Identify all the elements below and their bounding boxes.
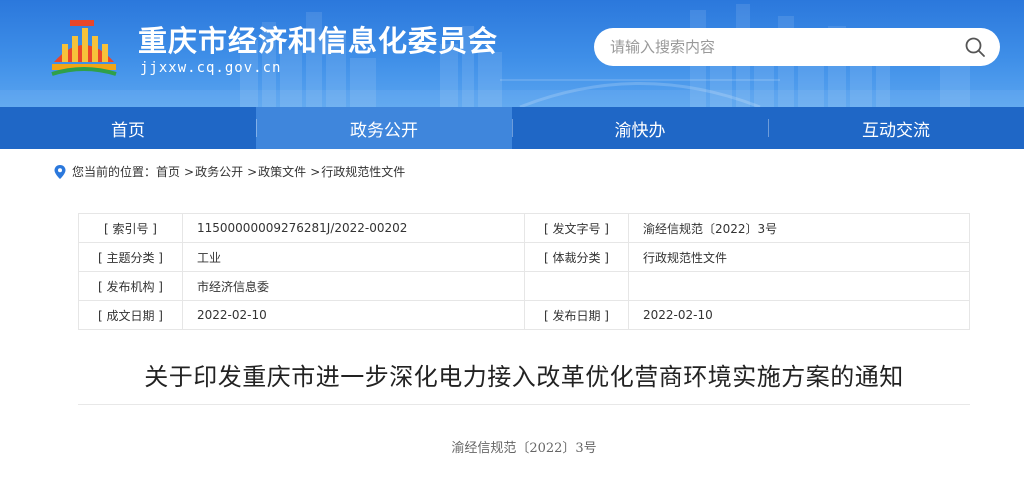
table-row: [ 主题分类 ] 工业 [ 体裁分类 ] 行政规范性文件	[78, 242, 970, 272]
table-row: [ 索引号 ] 11500000009276281J/2022-00202 [ …	[78, 213, 970, 243]
meta-label-written-date: [ 成文日期 ]	[78, 300, 183, 330]
meta-label-genre: [ 体裁分类 ]	[524, 242, 629, 272]
breadcrumb: 您当前的位置： 首页 > 政务公开 > 政策文件 > 行政规范性文件	[54, 163, 405, 180]
meta-value-written-date: 2022-02-10	[182, 300, 525, 330]
meta-label-publish-date: [ 发布日期 ]	[524, 300, 629, 330]
table-row: [ 发布机构 ] 市经济信息委	[78, 271, 970, 301]
site-title: 重庆市经济和信息化委员会	[138, 24, 499, 58]
breadcrumb-separator: >	[247, 164, 258, 179]
meta-label-document-number: [ 发文字号 ]	[524, 213, 629, 243]
search-input[interactable]	[610, 38, 950, 56]
breadcrumb-prefix: 您当前的位置：	[72, 165, 157, 179]
breadcrumb-separator: >	[310, 164, 321, 179]
location-pin-icon	[54, 164, 66, 179]
breadcrumb-government-affairs[interactable]: 政务公开	[195, 163, 243, 180]
meta-label-index-number: [ 索引号 ]	[78, 213, 183, 243]
nav-item-government-affairs[interactable]: 政务公开	[256, 107, 512, 149]
search-icon[interactable]	[964, 36, 986, 58]
document-metadata-table: [ 索引号 ] 11500000009276281J/2022-00202 [ …	[78, 213, 970, 330]
meta-value-topic: 工业	[182, 242, 525, 272]
meta-value-index-number: 11500000009276281J/2022-00202	[182, 213, 525, 243]
breadcrumb-policy-documents[interactable]: 政策文件	[258, 163, 306, 180]
document-title: 关于印发重庆市进一步深化电力接入改革优化营商环境实施方案的通知	[144, 363, 904, 391]
meta-value-genre: 行政规范性文件	[628, 242, 970, 272]
document-number: 渝经信规范〔2022〕3号	[451, 441, 597, 456]
nav-item-home[interactable]: 首页	[0, 107, 256, 149]
site-domain: jjxxw.cq.gov.cn	[140, 60, 282, 76]
meta-value-document-number: 渝经信规范〔2022〕3号	[628, 213, 970, 243]
nav-item-interaction[interactable]: 互动交流	[768, 107, 1024, 149]
site-header: 重庆市经济和信息化委员会 jjxxw.cq.gov.cn	[0, 0, 1024, 107]
meta-label-topic: [ 主题分类 ]	[78, 242, 183, 272]
title-divider	[78, 404, 970, 405]
breadcrumb-normative-documents[interactable]: 行政规范性文件	[321, 163, 405, 180]
meta-label-empty	[524, 271, 629, 301]
meta-label-publisher: [ 发布机构 ]	[78, 271, 183, 301]
table-row: [ 成文日期 ] 2022-02-10 [ 发布日期 ] 2022-02-10	[78, 300, 970, 330]
search-box	[594, 28, 1000, 66]
main-nav: 首页 政务公开 渝快办 互动交流	[0, 107, 1024, 149]
government-logo-emblem	[51, 20, 117, 76]
meta-value-empty	[628, 271, 970, 301]
meta-value-publisher: 市经济信息委	[182, 271, 525, 301]
breadcrumb-separator: >	[184, 164, 195, 179]
breadcrumb-home[interactable]: 首页	[156, 163, 180, 180]
nav-item-yukuaiban[interactable]: 渝快办	[512, 107, 768, 149]
meta-value-publish-date: 2022-02-10	[628, 300, 970, 330]
